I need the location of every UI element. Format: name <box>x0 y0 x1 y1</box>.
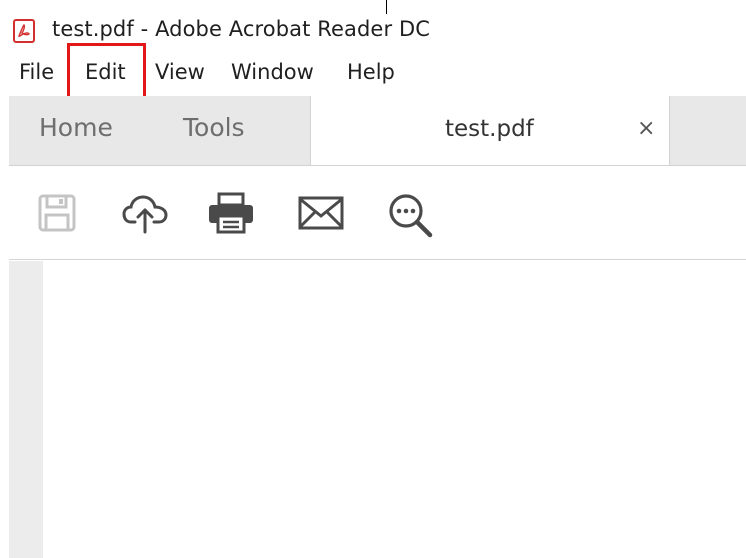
menu-view[interactable]: View <box>155 60 205 84</box>
tab-home[interactable]: Home <box>39 113 113 142</box>
email-icon[interactable] <box>298 192 344 234</box>
cloud-upload-icon[interactable] <box>121 192 169 234</box>
tab-tools[interactable]: Tools <box>183 113 245 142</box>
menu-file[interactable]: File <box>19 60 54 84</box>
tab-document[interactable]: test.pdf × <box>310 96 670 166</box>
acrobat-pdf-icon <box>13 19 35 43</box>
document-viewer[interactable] <box>43 261 746 558</box>
print-icon[interactable] <box>207 192 255 234</box>
save-icon[interactable] <box>36 192 78 234</box>
menu-window[interactable]: Window <box>231 60 314 84</box>
window-title: test.pdf - Adobe Acrobat Reader DC <box>52 17 430 41</box>
toolbar <box>9 166 746 260</box>
menu-help[interactable]: Help <box>347 60 395 84</box>
tab-bar: Home Tools test.pdf × <box>9 96 746 166</box>
tab-document-label: test.pdf <box>445 116 534 142</box>
text-cursor <box>386 0 387 14</box>
close-tab-icon[interactable]: × <box>637 116 655 141</box>
navigation-pane[interactable] <box>9 261 43 558</box>
find-icon[interactable] <box>387 192 437 240</box>
